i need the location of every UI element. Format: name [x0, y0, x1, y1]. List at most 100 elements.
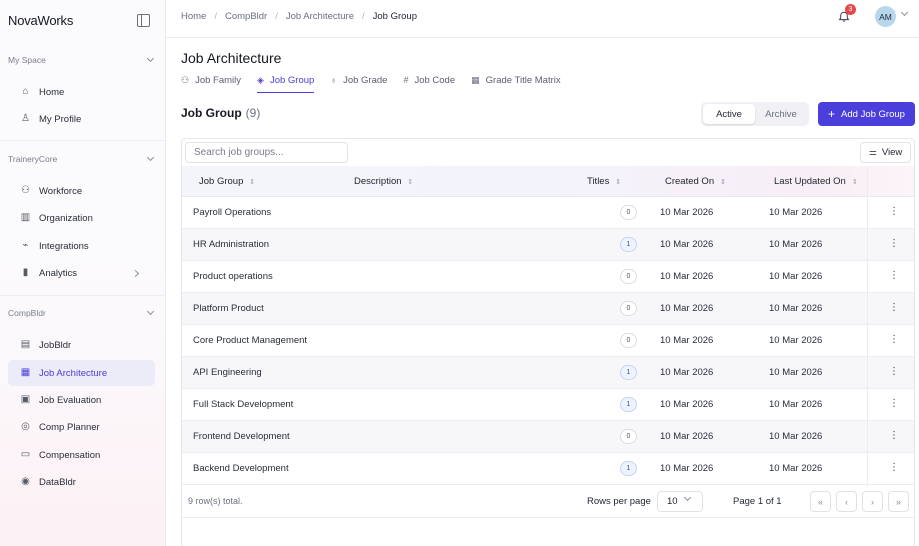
table-row[interactable]: Backend Development 1 10 Mar 2026 10 Mar 20…: [182, 453, 914, 485]
tab-job-grade[interactable]: ♁ Job Grade: [330, 75, 387, 93]
job-group-name[interactable]: Payroll Operations: [193, 207, 271, 218]
user-icon: ♙: [21, 113, 30, 124]
column-label: Titles: [587, 176, 610, 187]
column-header-titles[interactable]: Titles ⇕: [587, 176, 621, 187]
sidebar-item-databldr[interactable]: ◉ DataBldr: [8, 469, 155, 495]
sidebar-item-analytics[interactable]: ▮ Analytics: [8, 260, 155, 286]
job-group-name[interactable]: Frontend Development: [193, 431, 290, 442]
titles-count-badge[interactable]: 0: [620, 269, 637, 284]
job-group-name[interactable]: Core Product Management: [193, 335, 307, 346]
sidebar-item-home[interactable]: ⌂ Home: [8, 79, 155, 105]
view-options-button[interactable]: ⚌ View: [860, 142, 911, 163]
rows-per-page-value: 10: [667, 496, 678, 507]
sidebar-toggle-icon[interactable]: [137, 14, 150, 27]
table-row[interactable]: Core Product Management 0 10 Mar 2026 10 Ma…: [182, 325, 914, 357]
sidebar-item-compensation[interactable]: ▭ Compensation: [8, 442, 155, 468]
plus-icon: +: [828, 107, 836, 121]
section-header-trinerycore[interactable]: TraineryCore: [8, 153, 156, 164]
breadcrumb-current: Job Group: [372, 11, 418, 22]
add-job-group-button[interactable]: + Add Job Group: [818, 102, 915, 126]
section-header-compbldr[interactable]: CompBldr: [8, 307, 156, 318]
sort-icon: ⇕: [720, 178, 726, 186]
more-actions-icon[interactable]: ⋮: [889, 335, 899, 346]
column-divider: [867, 166, 868, 486]
job-group-name[interactable]: Full Stack Development: [193, 399, 293, 410]
job-group-name[interactable]: Platform Product: [193, 303, 264, 314]
titles-count-badge[interactable]: 1: [620, 237, 637, 252]
more-actions-icon[interactable]: ⋮: [889, 399, 899, 410]
job-group-name[interactable]: API Engineering: [193, 367, 262, 378]
titles-count-badge[interactable]: 0: [620, 205, 637, 220]
rows-per-page-select[interactable]: 10: [657, 491, 703, 512]
section-title: TraineryCore: [8, 154, 58, 164]
active-toggle-button[interactable]: Active: [703, 104, 755, 124]
column-header-description[interactable]: Description ⇕: [354, 176, 413, 187]
breadcrumb: Home / CompBldr / Job Architecture / Job…: [181, 11, 417, 22]
table-row[interactable]: Payroll Operations 0 10 Mar 2026 10 Mar 202…: [182, 197, 914, 229]
titles-count-badge[interactable]: 0: [620, 301, 637, 316]
more-actions-icon[interactable]: ⋮: [889, 367, 899, 378]
table-row[interactable]: API Engineering 1 10 Mar 2026 10 Mar 2026 ⋮: [182, 357, 914, 389]
column-header-job-group[interactable]: Job Group ⇕: [199, 176, 255, 187]
breadcrumb-home[interactable]: Home: [181, 11, 206, 22]
archive-toggle-button[interactable]: Archive: [755, 104, 807, 124]
column-header-last-updated-on[interactable]: Last Updated On ⇕: [774, 176, 858, 187]
chevron-down-icon: [683, 493, 692, 502]
last-updated-on: 10 Mar 2026: [769, 207, 823, 218]
titles-count-badge[interactable]: 1: [620, 365, 637, 380]
database-icon: ◉: [21, 476, 30, 487]
chevron-down-icon[interactable]: [900, 8, 909, 17]
sidebar-item-jobbldr[interactable]: ▤ JobBldr: [8, 332, 155, 358]
next-page-button[interactable]: ›: [862, 491, 883, 512]
more-actions-icon[interactable]: ⋮: [889, 463, 899, 474]
breadcrumb-compbldr[interactable]: CompBldr: [225, 11, 267, 22]
last-page-button[interactable]: »: [888, 491, 909, 512]
titles-count-badge[interactable]: 1: [620, 461, 637, 476]
titles-count-badge[interactable]: 0: [620, 333, 637, 348]
home-icon: ⌂: [22, 86, 29, 97]
table-row[interactable]: HR Administration 1 10 Mar 2026 10 Mar 2026…: [182, 229, 914, 261]
sort-icon: ⇕: [407, 178, 414, 186]
sidebar-item-label: My Profile: [39, 113, 82, 125]
tab-grade-title-matrix[interactable]: ▦ Grade Title Matrix: [471, 75, 560, 93]
prev-page-button[interactable]: ‹: [836, 491, 857, 512]
sidebar-item-comp-planner[interactable]: ◎ Comp Planner: [8, 414, 155, 440]
sidebar-item-my-profile[interactable]: ♙ My Profile: [8, 106, 155, 132]
search-input[interactable]: Search job groups...: [185, 142, 348, 163]
job-group-name[interactable]: Product operations: [193, 271, 273, 282]
more-actions-icon[interactable]: ⋮: [889, 207, 899, 218]
tab-job-code[interactable]: # Job Code: [403, 75, 455, 93]
table-row[interactable]: Product operations 0 10 Mar 2026 10 Mar 202…: [182, 261, 914, 293]
titles-count-badge[interactable]: 1: [620, 397, 637, 412]
titles-count-badge[interactable]: 0: [620, 429, 637, 444]
column-header-created-on[interactable]: Created On ⇕: [665, 176, 726, 187]
sidebar-item-job-architecture[interactable]: ▦ Job Architecture: [8, 360, 155, 386]
more-actions-icon[interactable]: ⋮: [889, 303, 899, 314]
breadcrumb-job-architecture[interactable]: Job Architecture: [286, 11, 354, 22]
table-row[interactable]: Frontend Development 0 10 Mar 2026 10 Mar 2…: [182, 421, 914, 453]
coins-icon: ◎: [21, 421, 30, 432]
section-header-my-space[interactable]: My Space: [8, 54, 156, 65]
sidebar-item-workforce[interactable]: ⚇ Workforce: [8, 178, 155, 204]
sidebar-item-label: Integrations: [39, 240, 89, 252]
created-on: 10 Mar 2026: [660, 239, 714, 250]
award-icon: ♁: [330, 75, 338, 85]
avatar[interactable]: AM: [875, 6, 896, 27]
clipboard-icon: ▤: [20, 339, 31, 350]
job-group-name[interactable]: HR Administration: [193, 239, 269, 250]
tab-job-group[interactable]: ◈ Job Group: [257, 75, 315, 93]
table-row[interactable]: Full Stack Development 1 10 Mar 2026 10 Mar…: [182, 389, 914, 421]
tab-job-family[interactable]: ⚇ Job Family: [181, 75, 241, 93]
sidebar-item-label: JobBldr: [39, 339, 72, 351]
table-row[interactable]: Platform Product 0 10 Mar 2026 10 Mar 2026 ⋮: [182, 293, 914, 325]
sidebar-item-organization[interactable]: ▥ Organization: [8, 205, 155, 231]
more-actions-icon[interactable]: ⋮: [889, 239, 899, 250]
sidebar-item-job-evaluation[interactable]: ▣ Job Evaluation: [8, 387, 155, 413]
more-actions-icon[interactable]: ⋮: [889, 271, 899, 282]
sidebar-item-integrations[interactable]: ⌁ Integrations: [8, 233, 155, 259]
first-page-button[interactable]: «: [810, 491, 831, 512]
job-group-name[interactable]: Backend Development: [193, 463, 289, 474]
clipboard-check-icon: ▣: [20, 394, 31, 405]
more-actions-icon[interactable]: ⋮: [889, 431, 899, 442]
table-footer: 9 row(s) total. Rows per page 10 Page 1 …: [182, 485, 914, 518]
